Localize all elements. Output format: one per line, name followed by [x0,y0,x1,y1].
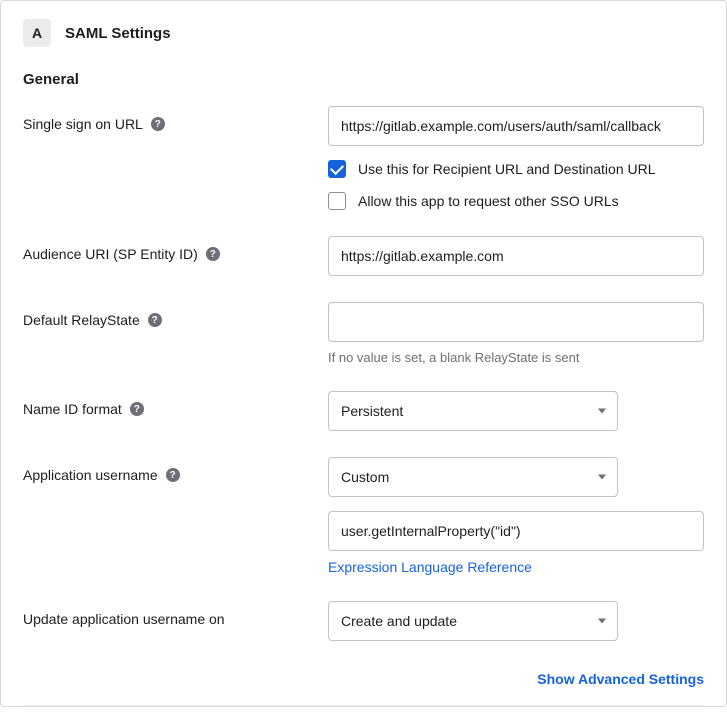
saml-settings-panel: A SAML Settings General Single sign on U… [0,0,727,707]
help-icon[interactable]: ? [151,117,165,131]
help-icon[interactable]: ? [148,313,162,327]
app-username-expression-input[interactable] [328,511,704,551]
label-app-username: Application username ? [23,457,328,483]
label-app-username-text: Application username [23,467,158,483]
relay-state-input[interactable] [328,302,704,342]
row-nameid-format: Name ID format ? Persistent [1,391,726,457]
update-on-select-wrap: Create and update [328,601,618,641]
nameid-format-select[interactable]: Persistent [328,391,618,431]
panel-title: SAML Settings [65,25,171,42]
help-icon[interactable]: ? [166,468,180,482]
label-nameid-format: Name ID format ? [23,391,328,417]
control-app-username: Custom Expression Language Reference [328,457,704,575]
checkbox-recipient-url[interactable] [328,160,346,178]
nameid-select-wrap: Persistent [328,391,618,431]
checkbox-other-sso-label[interactable]: Allow this app to request other SSO URLs [358,193,619,209]
help-icon[interactable]: ? [130,402,144,416]
label-sso-url: Single sign on URL ? [23,106,328,132]
row-app-username: Application username ? Custom Expression… [1,457,726,601]
control-nameid-format: Persistent [328,391,704,431]
label-update-username-on: Update application username on [23,601,328,627]
control-relay-state: If no value is set, a blank RelayState i… [328,302,704,365]
control-update-username-on: Create and update [328,601,704,641]
control-sso-url: Use this for Recipient URL and Destinati… [328,106,704,210]
cb-row-recipient: Use this for Recipient URL and Destinati… [328,160,704,178]
checkbox-recipient-label[interactable]: Use this for Recipient URL and Destinati… [358,161,656,177]
sso-url-input[interactable] [328,106,704,146]
label-sso-url-text: Single sign on URL [23,116,143,132]
label-relay-state-text: Default RelayState [23,312,140,328]
row-relay-state: Default RelayState ? If no value is set,… [1,302,726,391]
divider [23,705,704,706]
show-advanced-settings-link[interactable]: Show Advanced Settings [537,671,704,687]
panel-header: A SAML Settings [1,1,726,57]
checkbox-other-sso[interactable] [328,192,346,210]
advanced-settings-row: Show Advanced Settings [1,667,726,705]
label-update-username-on-text: Update application username on [23,611,225,627]
label-audience-uri-text: Audience URI (SP Entity ID) [23,246,198,262]
app-username-select[interactable]: Custom [328,457,618,497]
expression-language-reference-link[interactable]: Expression Language Reference [328,559,532,575]
relay-state-helper: If no value is set, a blank RelayState i… [328,350,704,365]
row-audience-uri: Audience URI (SP Entity ID) ? [1,236,726,302]
section-title-general: General [1,57,726,106]
help-icon[interactable]: ? [206,247,220,261]
control-audience-uri [328,236,704,276]
row-sso-url: Single sign on URL ? Use this for Recipi… [1,106,726,236]
audience-uri-input[interactable] [328,236,704,276]
label-nameid-format-text: Name ID format [23,401,122,417]
update-username-on-select[interactable]: Create and update [328,601,618,641]
section-badge: A [23,19,51,47]
cb-row-other-sso: Allow this app to request other SSO URLs [328,192,704,210]
row-update-username-on: Update application username on Create an… [1,601,726,667]
label-relay-state: Default RelayState ? [23,302,328,328]
app-username-select-wrap: Custom [328,457,618,497]
label-audience-uri: Audience URI (SP Entity ID) ? [23,236,328,262]
